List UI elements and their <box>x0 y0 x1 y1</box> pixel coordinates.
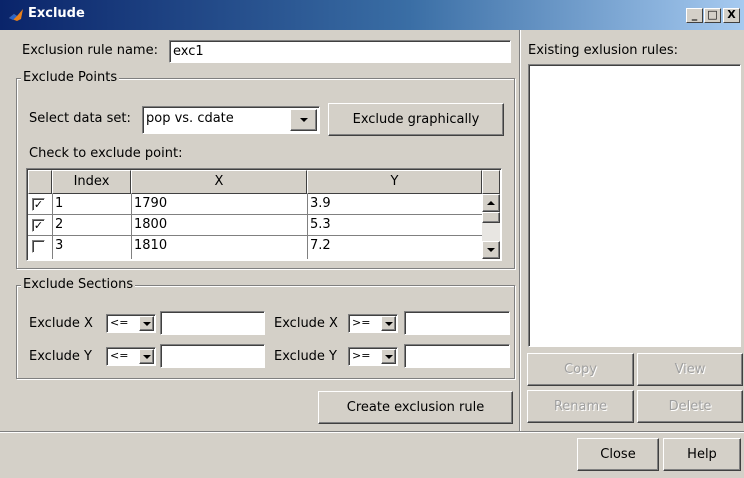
exclude-x-label: Exclude X <box>29 316 93 331</box>
exclude-y-label: Exclude Y <box>29 349 93 364</box>
x-min-input[interactable] <box>160 311 265 335</box>
exclude-sections-legend: Exclude Sections <box>21 277 136 292</box>
minimize-button[interactable]: _ <box>686 8 703 23</box>
column-header-y[interactable]: Y <box>307 170 482 194</box>
dataset-select[interactable]: pop vs. cdate <box>142 106 320 134</box>
check-to-exclude-label: Check to exclude point: <box>29 146 183 161</box>
panel-divider <box>519 30 521 432</box>
view-button[interactable]: View <box>637 353 743 386</box>
exclude-points-legend: Exclude Points <box>21 70 120 85</box>
maximize-button[interactable]: □ <box>704 8 721 23</box>
scroll-up-button[interactable] <box>482 194 500 212</box>
y-min-operator-value: <= <box>110 349 129 362</box>
row-2-y[interactable]: 5.3 <box>307 215 482 234</box>
y-max-operator-value: >= <box>352 349 371 362</box>
row-2-checkbox[interactable]: ✓ <box>32 219 45 232</box>
chevron-up-icon <box>487 201 495 205</box>
table-scroll-header <box>482 170 500 194</box>
row-1-index: 1 <box>55 196 64 211</box>
y-max-operator-arrow[interactable] <box>381 349 396 364</box>
rename-button[interactable]: Rename <box>527 390 634 423</box>
row-3-checkbox[interactable] <box>32 240 45 253</box>
dataset-label: Select data set: <box>29 111 131 126</box>
row-2-x[interactable]: 1800 <box>131 215 307 234</box>
dataset-dropdown-arrow[interactable] <box>290 109 317 131</box>
row-1-y[interactable]: 3.9 <box>307 194 482 213</box>
existing-rules-list[interactable] <box>528 64 741 347</box>
window-title: Exclude <box>28 6 85 21</box>
dataset-select-value: pop vs. cdate <box>146 111 234 126</box>
y-max-operator-select[interactable]: >= <box>348 347 398 366</box>
exclude-graphically-button[interactable]: Exclude graphically <box>328 103 504 136</box>
chevron-down-icon <box>142 321 151 326</box>
delete-button[interactable]: Delete <box>637 390 743 423</box>
points-table: Index X Y ✓ 1 1790 3.9 ✓ 2 1800 5.3 3 18… <box>26 168 502 261</box>
close-button[interactable]: Close <box>577 438 659 471</box>
rule-name-input[interactable]: exc1 <box>169 40 511 63</box>
y-min-input[interactable] <box>160 344 265 368</box>
row-2-index: 2 <box>55 217 64 232</box>
footer-divider <box>0 431 744 433</box>
x-max-operator-select[interactable]: >= <box>348 314 398 333</box>
existing-rules-label: Existing exlusion rules: <box>528 43 678 58</box>
y-max-input[interactable] <box>404 344 510 368</box>
x-max-operator-arrow[interactable] <box>381 316 396 331</box>
scroll-thumb[interactable] <box>482 212 500 223</box>
x-min-operator-arrow[interactable] <box>139 316 154 331</box>
y-min-operator-arrow[interactable] <box>139 349 154 364</box>
column-header-index[interactable]: Index <box>52 170 131 194</box>
chevron-down-icon <box>487 248 495 252</box>
row-3-y[interactable]: 7.2 <box>307 236 482 255</box>
exclude-y-max-label: Exclude Y <box>274 349 338 364</box>
row-3-x[interactable]: 1810 <box>131 236 307 255</box>
row-1-x[interactable]: 1790 <box>131 194 307 213</box>
create-exclusion-rule-button[interactable]: Create exclusion rule <box>318 391 513 424</box>
x-max-input[interactable] <box>404 311 510 335</box>
help-button[interactable]: Help <box>663 438 741 471</box>
chevron-down-icon <box>142 354 151 359</box>
row-3-index: 3 <box>55 238 64 253</box>
y-min-operator-select[interactable]: <= <box>106 347 156 366</box>
chevron-down-icon <box>384 354 393 359</box>
close-window-button[interactable]: X <box>723 8 740 23</box>
title-bar: Exclude _ □ X <box>0 0 744 30</box>
x-min-operator-select[interactable]: <= <box>106 314 156 333</box>
exclude-x-max-label: Exclude X <box>274 316 338 331</box>
x-min-operator-value: <= <box>110 316 129 329</box>
matlab-logo-icon <box>9 9 23 21</box>
column-header-x[interactable]: X <box>131 170 307 194</box>
rule-name-label: Exclusion rule name: <box>22 43 158 58</box>
x-max-operator-value: >= <box>352 316 371 329</box>
row-1-checkbox[interactable]: ✓ <box>32 198 45 211</box>
table-scrollbar[interactable] <box>482 194 500 259</box>
scroll-down-button[interactable] <box>482 241 500 259</box>
table-corner-header <box>28 170 52 194</box>
copy-button[interactable]: Copy <box>527 353 634 386</box>
chevron-down-icon <box>299 118 308 122</box>
chevron-down-icon <box>384 321 393 326</box>
